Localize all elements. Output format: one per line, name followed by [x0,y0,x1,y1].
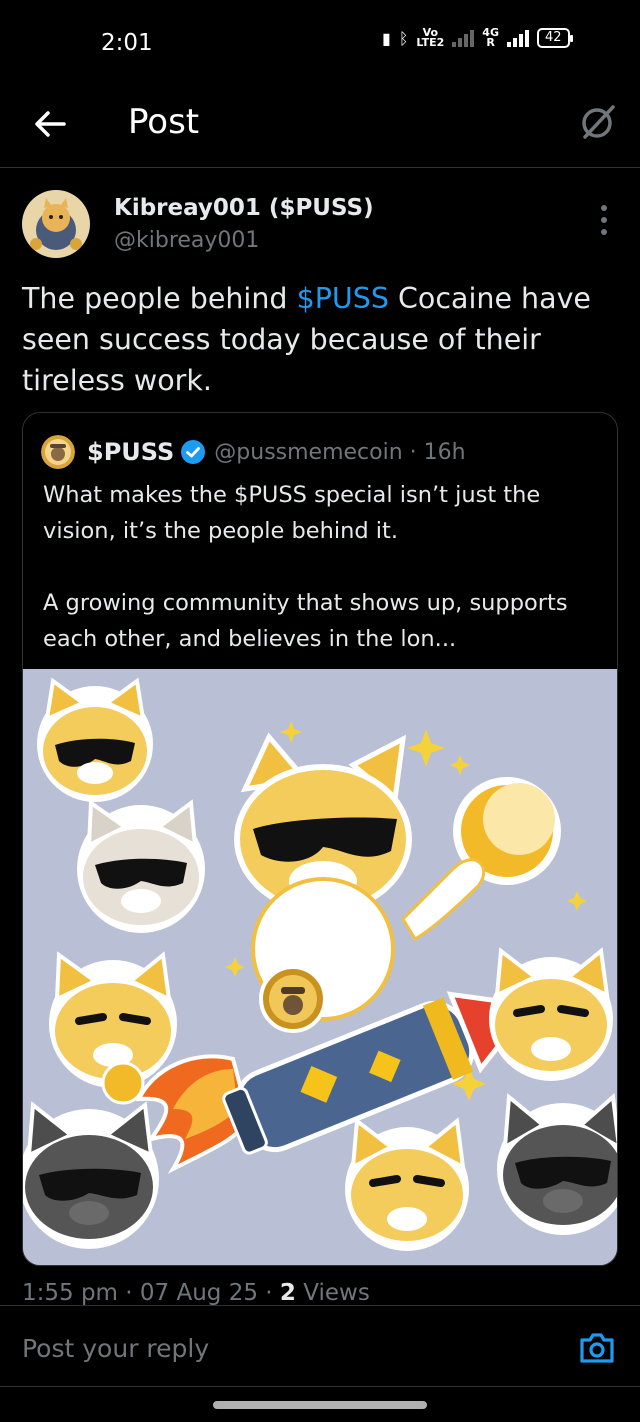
camera-icon [580,1333,614,1363]
author-handle[interactable]: @kibreay001 [114,228,259,253]
status-time: 2:01 [101,30,153,56]
quoted-post[interactable]: $PUSS @pussmemecoin · 16h What makes the… [22,412,618,1266]
author-name[interactable]: Kibreay001 ($PUSS) [114,195,374,221]
more-options-button[interactable] [595,205,613,235]
views-count: 2 [279,1280,296,1306]
signal-icon-1 [452,29,475,47]
volte-indicator: Vo LTE2 [416,26,445,49]
post-meta: 1:55 pm · 07 Aug 25 · 2 Views [22,1280,370,1306]
cashtag-link[interactable]: $PUSS [297,282,389,315]
quoted-avatar [41,435,75,469]
quoted-post-text: What makes the $PUSS special isn’t just … [43,482,568,652]
post-text: The people behind $PUSS Cocaine have see… [22,282,591,397]
grok-button[interactable] [576,100,620,144]
reply-bar: Post your reply [0,1305,640,1387]
page-title: Post [128,102,200,142]
top-app-bar: Post [0,86,640,168]
grok-icon [582,105,615,139]
home-indicator[interactable] [213,1401,427,1409]
quoted-handle-time: @pussmemecoin · 16h [214,439,466,465]
verified-badge-icon [181,440,206,464]
battery-icon: 42 [536,28,573,48]
quoted-author-name: $PUSS [87,438,175,466]
back-button[interactable] [30,104,70,144]
quoted-post-image[interactable] [23,669,617,1265]
author-avatar[interactable] [22,190,90,258]
status-bar: 2:01 ▮ ᛒ Vo LTE2 4G R 42 [0,0,640,86]
signal-icon-2 [506,29,529,47]
network-indicator: 4G R [482,26,499,49]
camera-button[interactable] [578,1330,616,1366]
back-arrow-icon [35,111,66,137]
more-dot-icon [601,205,607,211]
quoted-post-header: $PUSS @pussmemecoin · 16h [41,435,466,469]
status-icons: ▮ ᛒ Vo LTE2 4G R 42 [382,26,573,49]
reply-input[interactable]: Post your reply [22,1334,209,1363]
bluetooth-icon: ᛒ [398,28,409,48]
vibrate-icon: ▮ [382,28,391,48]
